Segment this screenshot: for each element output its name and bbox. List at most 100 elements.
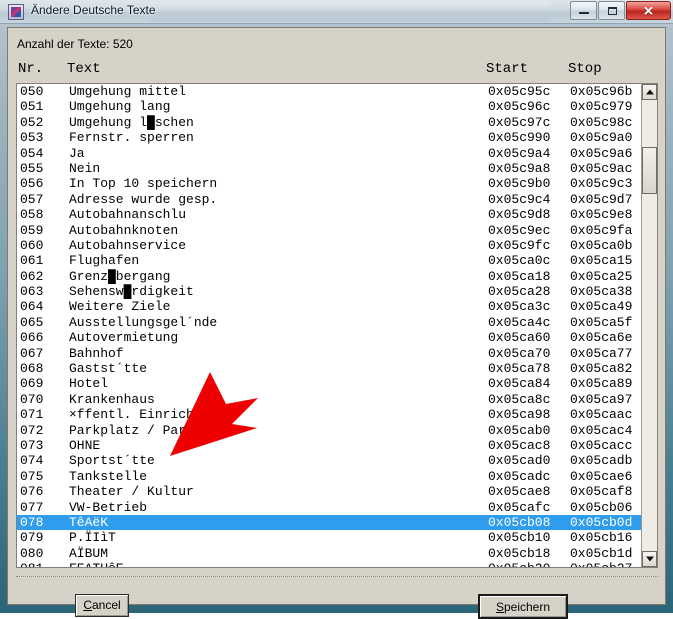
table-row[interactable]: 078 TêAëK 0x05cb08 0x05cb0d [17, 514, 642, 531]
table-row[interactable]: 058 Autobahnanschlu 0x05c9d8 0x05c9e8 [17, 207, 642, 222]
row-stop-addr: 0x05caf8 [570, 484, 633, 500]
row-text: Autobahnknoten [69, 222, 179, 238]
table-row[interactable]: 068 Gastst´tte 0x05ca78 0x05ca82 [17, 361, 642, 376]
row-stop-addr: 0x05ca97 [570, 391, 633, 407]
row-stop-addr: 0x05c9a0 [570, 130, 633, 146]
table-row[interactable]: 064 Weitere Ziele 0x05ca3c 0x05ca49 [17, 299, 642, 314]
row-start-addr: 0x05ca3c [488, 299, 551, 315]
row-text: Grenz█bergang [69, 268, 171, 284]
save-button-label: Speichern [496, 600, 550, 614]
table-row[interactable]: 067 Bahnhof 0x05ca70 0x05ca77 [17, 346, 642, 361]
table-row[interactable]: 056 In Top 10 speichern 0x05c9b0 0x05c9c3 [17, 176, 642, 191]
row-nr: 066 [20, 330, 44, 346]
row-text: Ausstellungsgel´nde [69, 314, 218, 330]
row-text: Umgehung lang [69, 99, 171, 115]
row-text: Autobahnanschlu [69, 207, 187, 223]
table-row[interactable]: 062 Grenz█bergang 0x05ca18 0x05ca25 [17, 269, 642, 284]
cancel-accel-letter: C [83, 598, 92, 612]
row-nr: 071 [20, 407, 44, 423]
cancel-button[interactable]: Cancel [75, 594, 129, 617]
row-start-addr: 0x05cafc [488, 499, 551, 515]
table-row[interactable]: 061 Flughafen 0x05ca0c 0x05ca15 [17, 253, 642, 268]
table-row[interactable]: 080 AÏBUM 0x05cb18 0x05cb1d [17, 546, 642, 561]
maximize-button[interactable] [598, 1, 625, 20]
row-nr: 072 [20, 422, 44, 438]
table-row[interactable]: 081 FEATUêE 0x05cb20 0x05cb27 [17, 561, 642, 567]
table-row[interactable]: 070 Krankenhaus 0x05ca8c 0x05ca97 [17, 392, 642, 407]
row-nr: 067 [20, 345, 44, 361]
application-window: Ändere Deutsche Texte ✕ Anzahl der Texte… [0, 0, 673, 619]
row-start-addr: 0x05cac8 [488, 437, 551, 453]
column-header-text: Text [67, 61, 101, 77]
table-row[interactable]: 052 Umgehung l█schen 0x05c97c 0x05c98c [17, 115, 642, 130]
table-row[interactable]: 074 Sportst´tte 0x05cad0 0x05cadb [17, 453, 642, 468]
row-text: Umgehung l█schen [69, 114, 194, 130]
table-row[interactable]: 071 ×ffentl. Einrichtung 0x05ca98 0x05caac [17, 407, 642, 422]
scroll-down-button[interactable] [642, 551, 657, 567]
table-row[interactable]: 054 Ja 0x05c9a4 0x05c9a6 [17, 146, 642, 161]
table-row[interactable]: 055 Nein 0x05c9a8 0x05c9ac [17, 161, 642, 176]
vertical-scrollbar[interactable] [641, 84, 657, 567]
text-count-label: Anzahl der Texte: 520 [17, 37, 133, 51]
row-text: Tankstelle [69, 468, 148, 484]
minimize-button[interactable] [570, 1, 597, 20]
row-stop-addr: 0x05cb06 [570, 499, 633, 515]
scroll-up-button[interactable] [642, 84, 657, 100]
row-stop-addr: 0x05caac [570, 407, 633, 423]
table-row[interactable]: 076 Theater / Kultur 0x05cae8 0x05caf8 [17, 484, 642, 499]
table-row[interactable]: 051 Umgehung lang 0x05c96c 0x05c979 [17, 99, 642, 114]
row-start-addr: 0x05c9fc [488, 237, 551, 253]
row-nr: 060 [20, 237, 44, 253]
table-row[interactable]: 059 Autobahnknoten 0x05c9ec 0x05c9fa [17, 223, 642, 238]
title-bar[interactable]: Ändere Deutsche Texte ✕ [0, 0, 673, 24]
close-icon: ✕ [643, 3, 654, 18]
table-row[interactable]: 077 VW-Betrieb 0x05cafc 0x05cb06 [17, 500, 642, 515]
minimize-icon [579, 12, 589, 14]
row-stop-addr: 0x05ca89 [570, 376, 633, 392]
row-text: Nein [69, 160, 101, 176]
text-list[interactable]: 050 Umgehung mittel 0x05c95c 0x05c96b 051 Umg… [16, 83, 658, 568]
row-text: Autobahnservice [69, 237, 187, 253]
table-row[interactable]: 053 Fernstr. sperren 0x05c990 0x05c9a0 [17, 130, 642, 145]
table-row[interactable]: 072 Parkplatz / Parkhaus 0x05cab0 0x05cac4 [17, 423, 642, 438]
row-nr: 058 [20, 207, 44, 223]
row-nr: 056 [20, 176, 44, 192]
button-bar-separator [16, 576, 658, 577]
row-stop-addr: 0x05ca15 [570, 253, 633, 269]
close-button[interactable]: ✕ [626, 1, 671, 20]
titlebar-glass-reflection [150, 2, 550, 22]
row-start-addr: 0x05c9a8 [488, 160, 551, 176]
row-nr: 077 [20, 499, 44, 515]
row-stop-addr: 0x05cae6 [570, 468, 633, 484]
row-start-addr: 0x05ca4c [488, 314, 551, 330]
row-stop-addr: 0x05c96b [570, 84, 633, 99]
row-start-addr: 0x05c97c [488, 114, 551, 130]
save-label-rest: peichern [503, 600, 551, 614]
row-start-addr: 0x05c9a4 [488, 145, 551, 161]
dialog-client-area: Anzahl der Texte: 520 Nr. Text Start Sto… [7, 27, 666, 619]
table-row[interactable]: 063 Sehensw█rdigkeit 0x05ca28 0x05ca38 [17, 284, 642, 299]
table-row[interactable]: 065 Ausstellungsgel´nde 0x05ca4c 0x05ca5f [17, 315, 642, 330]
row-start-addr: 0x05ca18 [488, 268, 551, 284]
row-start-addr: 0x05ca70 [488, 345, 551, 361]
application-icon[interactable] [8, 4, 24, 20]
row-start-addr: 0x05c9c4 [488, 191, 551, 207]
table-row[interactable]: 050 Umgehung mittel 0x05c95c 0x05c96b [17, 84, 642, 99]
row-start-addr: 0x05cb20 [488, 561, 550, 567]
table-row[interactable]: 069 Hotel 0x05ca84 0x05ca89 [17, 376, 642, 391]
row-text: Flughafen [69, 253, 140, 269]
table-row[interactable]: 060 Autobahnservice 0x05c9fc 0x05ca0b [17, 238, 642, 253]
table-row[interactable]: 066 Autovermietung 0x05ca60 0x05ca6e [17, 330, 642, 345]
table-row[interactable]: 057 Adresse wurde gesp. 0x05c9c4 0x05c9d7 [17, 192, 642, 207]
save-button[interactable]: Speichern [478, 594, 568, 619]
table-row[interactable]: 079 P.ÏIìT 0x05cb10 0x05cb16 [17, 530, 642, 545]
row-stop-addr: 0x05cb16 [570, 530, 633, 546]
row-stop-addr: 0x05ca0b [570, 237, 633, 253]
scrollbar-thumb[interactable] [642, 147, 657, 194]
table-row[interactable]: 073 OHNE 0x05cac8 0x05cacc [17, 438, 642, 453]
row-text: P.ÏIìT [69, 530, 116, 546]
row-nr: 069 [20, 376, 44, 392]
row-start-addr: 0x05cadc [488, 468, 551, 484]
row-nr: 075 [20, 468, 44, 484]
table-row[interactable]: 075 Tankstelle 0x05cadc 0x05cae6 [17, 469, 642, 484]
